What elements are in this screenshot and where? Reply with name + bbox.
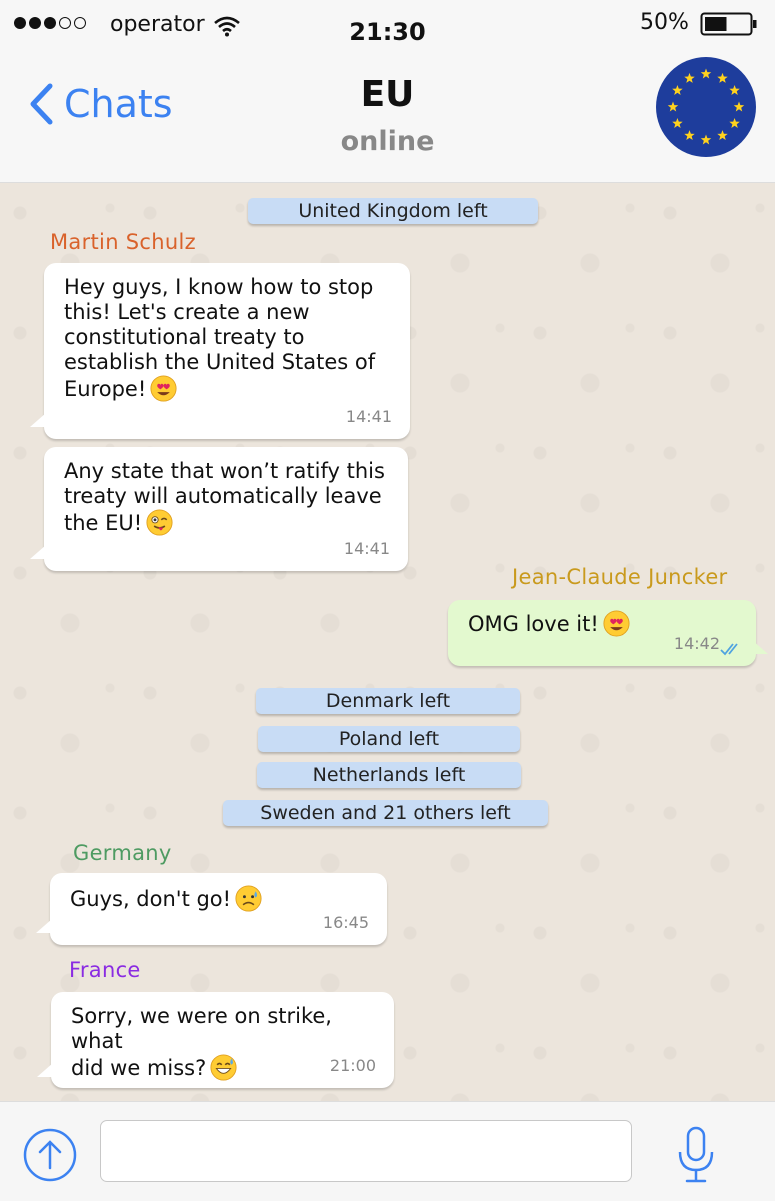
grinning-sweat-emoji bbox=[210, 1054, 237, 1081]
bubble-tail bbox=[30, 545, 46, 559]
chat-messages-area[interactable]: United Kingdom left Martin Schulz Hey gu… bbox=[0, 183, 775, 1101]
message-bubble[interactable]: Sorry, we were on strike, what did we mi… bbox=[51, 992, 394, 1088]
system-message: United Kingdom left bbox=[248, 198, 538, 224]
bubble-tail bbox=[30, 413, 46, 427]
message-bubble[interactable]: Guys, don't go! 16:45 bbox=[50, 873, 387, 945]
upload-arrow-icon[interactable] bbox=[23, 1128, 77, 1182]
sender-name: Germany bbox=[73, 841, 172, 865]
battery-icon bbox=[700, 12, 758, 40]
system-message: Denmark left bbox=[256, 688, 520, 714]
system-message: Poland left bbox=[258, 726, 520, 752]
message-time: 14:42 bbox=[673, 634, 720, 653]
message-text: Hey guys, I know how to stop this! Let's… bbox=[64, 275, 376, 402]
message-time: 21:00 bbox=[329, 1056, 376, 1075]
double-check-icon bbox=[720, 643, 738, 656]
message-text: Guys, don't go! bbox=[70, 885, 367, 912]
winking-tongue-emoji bbox=[146, 509, 173, 536]
sender-name: Martin Schulz bbox=[50, 230, 196, 254]
bubble-tail bbox=[36, 919, 52, 933]
sad-sweat-emoji bbox=[235, 885, 262, 912]
chat-header: Chats EU online bbox=[0, 52, 775, 183]
microphone-icon[interactable] bbox=[676, 1126, 716, 1186]
bubble-tail bbox=[752, 640, 768, 654]
message-bubble-outgoing[interactable]: OMG love it! 14:42 bbox=[448, 600, 756, 666]
status-bar: operator 21:30 50% bbox=[0, 0, 775, 52]
message-time: 14:41 bbox=[345, 407, 392, 426]
message-input[interactable] bbox=[100, 1120, 632, 1182]
system-message: Sweden and 21 others left bbox=[223, 800, 548, 826]
message-text: Sorry, we were on strike, what did we mi… bbox=[71, 1004, 332, 1081]
message-bubble[interactable]: Hey guys, I know how to stop this! Let's… bbox=[44, 263, 410, 439]
message-input-bar bbox=[0, 1101, 775, 1201]
sender-name: France bbox=[69, 958, 141, 982]
sender-name: Jean-Claude Juncker bbox=[512, 565, 728, 589]
message-time: 14:41 bbox=[343, 539, 390, 558]
eu-flag-icon[interactable] bbox=[655, 56, 757, 158]
heart-eyes-emoji bbox=[603, 610, 630, 637]
system-message: Netherlands left bbox=[257, 762, 521, 788]
message-time: 16:45 bbox=[322, 913, 369, 932]
battery-percentage: 50% bbox=[640, 10, 689, 35]
message-text: Any state that won’t ratify this treaty … bbox=[64, 459, 385, 536]
message-bubble[interactable]: Any state that won’t ratify this treaty … bbox=[44, 447, 408, 571]
bubble-tail bbox=[37, 1063, 53, 1077]
heart-eyes-emoji bbox=[150, 375, 177, 402]
